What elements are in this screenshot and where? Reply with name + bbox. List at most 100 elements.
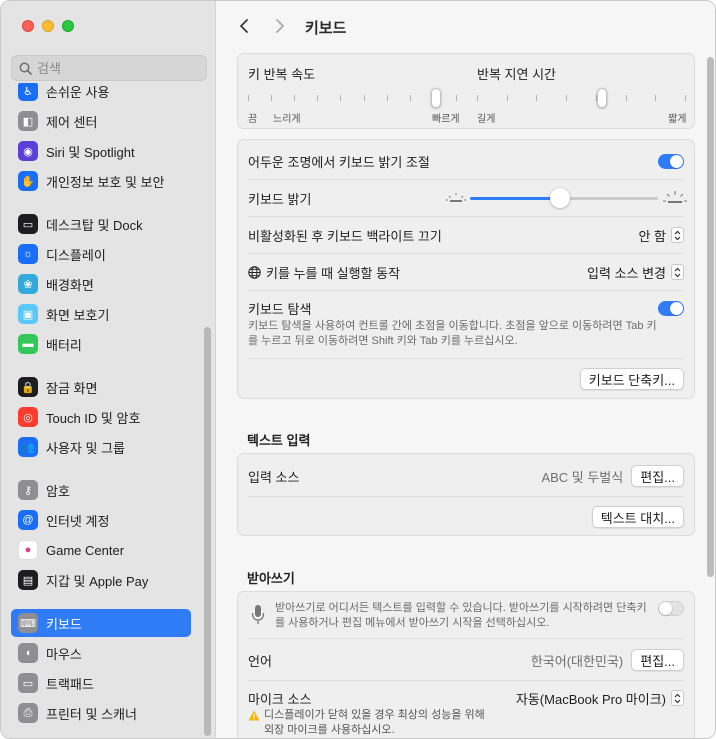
slider-tick xyxy=(248,95,249,101)
sidebar-item[interactable]: ⌨ 키보드 xyxy=(11,609,191,637)
repeat-rate-min-label: 끔 xyxy=(248,114,258,125)
repeat-rate-label: 키 반복 속도 xyxy=(248,67,316,82)
slider-tick xyxy=(685,95,686,101)
sidebar-scrollbar[interactable] xyxy=(204,327,211,736)
hand-icon: ✋ xyxy=(18,171,38,191)
dictation-language-controls: 한국어(대한민국) 편집... xyxy=(531,649,684,671)
sidebar-item[interactable]: ◧ 제어 센터 xyxy=(11,107,191,135)
dictation-language-label: 언어 xyxy=(248,653,272,669)
delay-knob[interactable] xyxy=(597,88,607,108)
minimize-window-button[interactable] xyxy=(42,20,54,32)
backlight-off-value: 안 함 xyxy=(638,228,666,244)
mic-source-popup[interactable]: 자동(MacBook Pro 마이크) xyxy=(516,689,684,708)
slider-tick xyxy=(626,95,627,101)
sidebar-item[interactable]: ● Game Center xyxy=(11,536,191,564)
globe-key-row: 키를 누를 때 실행할 동작 입력 소스 변경 xyxy=(248,261,684,283)
sidebar-item[interactable]: ▬ 배터리 xyxy=(11,330,191,358)
sidebar-item[interactable]: ⚷ 암호 xyxy=(11,476,191,504)
mic-warning: 디스플레이가 닫혀 있을 경우 최상의 성능을 위해 외장 마이크를 사용하십시… xyxy=(248,708,488,738)
sidebar-item-label: 키보드 xyxy=(46,616,82,632)
dictation-language-row: 언어 한국어(대한민국) 편집... xyxy=(248,648,684,672)
sidebar-item[interactable]: ▭ 트랙패드 xyxy=(11,669,191,697)
sidebar-item-label: 화면 보호기 xyxy=(46,307,110,323)
sidebar-item-label: 사용자 및 그룹 xyxy=(46,440,125,456)
sidebar-item[interactable]: ☼ 디스플레이 xyxy=(11,240,191,268)
dictation-language-edit-button[interactable]: 편집... xyxy=(631,649,684,671)
dictation-language-value: 한국어(대한민국) xyxy=(530,653,624,669)
brightness-label: 키보드 밝기 xyxy=(248,191,312,207)
search-input[interactable] xyxy=(37,60,197,76)
toolbar: 키보드 xyxy=(217,1,715,53)
game-center-icon: ● xyxy=(18,540,38,560)
users-icon: 👥 xyxy=(18,437,38,457)
zoom-window-button[interactable] xyxy=(62,20,74,32)
sidebar-item[interactable]: ▤ 지갑 및 Apple Pay xyxy=(11,566,191,594)
sidebar-item[interactable]: ◖ 마우스 xyxy=(11,639,191,667)
dictation-toggle[interactable] xyxy=(658,601,684,616)
sidebar-item[interactable]: ❀ 배경화면 xyxy=(11,270,191,298)
warning-icon xyxy=(248,710,260,721)
key-icon: ⚷ xyxy=(18,480,38,500)
sidebar-item-label: Siri 및 Spotlight xyxy=(46,144,135,160)
sidebar-item[interactable]: ◉ Siri 및 Spotlight xyxy=(11,137,191,165)
keyboard-nav-row: 키보드 탐색 xyxy=(248,298,684,318)
mic-source-value: 자동(MacBook Pro 마이크) xyxy=(515,691,666,707)
updown-chevron-icon xyxy=(671,264,684,280)
mic-warning-text: 디스플레이가 닫혀 있을 경우 최상의 성능을 위해 외장 마이크를 사용하십시… xyxy=(264,709,485,736)
accessibility-icon: ♿ xyxy=(18,83,38,101)
sidebar-item[interactable]: @ 인터넷 계정 xyxy=(11,506,191,534)
low-light-row: 어두운 조명에서 키보드 밝기 조절 xyxy=(248,152,684,170)
keyboard-nav-toggle[interactable] xyxy=(658,300,684,316)
updown-chevron-icon xyxy=(671,690,684,706)
repeat-rate-slider[interactable] xyxy=(248,88,457,110)
dock-icon: ▭ xyxy=(18,214,38,234)
delay-short-label: 짧게 xyxy=(668,114,687,125)
search-field[interactable] xyxy=(11,55,207,81)
sidebar-item[interactable]: ✋ 개인정보 보호 및 보안 xyxy=(11,167,191,195)
repeat-rate-knob[interactable] xyxy=(431,88,441,108)
sidebar-item-label: 개인정보 보호 및 보안 xyxy=(46,174,165,190)
globe-icon xyxy=(248,265,261,279)
low-light-toggle[interactable] xyxy=(658,153,684,169)
keyboard-shortcuts-button[interactable]: 키보드 단축키... xyxy=(579,368,684,390)
fingerprint-icon: ◎ xyxy=(18,407,38,427)
battery-icon: ▬ xyxy=(18,334,38,354)
forward-button[interactable] xyxy=(269,15,291,37)
input-sources-edit-button[interactable]: 편집... xyxy=(631,465,684,487)
text-replacement-button[interactable]: 텍스트 대치... xyxy=(591,506,684,528)
backlight-off-popup[interactable]: 안 함 xyxy=(638,226,684,245)
slider-tick xyxy=(364,95,365,101)
slider-tick xyxy=(655,95,656,101)
slider-tick xyxy=(507,95,508,101)
slider-tick xyxy=(477,95,478,101)
main-scrollbar[interactable] xyxy=(707,57,714,577)
sidebar-item[interactable]: 👥 사용자 및 그룹 xyxy=(11,433,191,461)
sidebar-list: ♿ 손쉬운 사용 ◧ 제어 센터 ◉ Siri 및 Spotlight ✋ 개인정보 보호 및… xyxy=(1,83,215,738)
sidebar-item[interactable]: ▭ 데스크탑 및 Dock xyxy=(11,210,191,238)
main-pane: 키보드 키 반복 속도 반복 지연 시간 끔 느리게 빠르게 길게 짧게 어두운… xyxy=(217,1,715,738)
close-window-button[interactable] xyxy=(22,20,34,32)
sidebar-item[interactable]: ♿ 손쉬운 사용 xyxy=(11,83,191,105)
sidebar-item[interactable]: 🔒 잠금 화면 xyxy=(11,373,191,401)
keyboard-nav-label: 키보드 탐색 xyxy=(248,301,312,317)
sidebar-item[interactable]: ◎ Touch ID 및 암호 xyxy=(11,403,191,431)
sidebar-item-label: 지갑 및 Apple Pay xyxy=(46,573,149,589)
trackpad-icon: ▭ xyxy=(18,673,38,693)
sidebar-item[interactable]: ▣ 화면 보호기 xyxy=(11,300,191,328)
divider xyxy=(248,290,684,291)
brightness-knob[interactable] xyxy=(550,188,570,208)
sidebar-item[interactable]: ⎙ 프린터 및 스캐너 xyxy=(11,699,191,727)
lock-icon: 🔒 xyxy=(18,377,38,397)
brightness-slider[interactable] xyxy=(470,188,658,210)
back-button[interactable] xyxy=(233,15,255,37)
delay-label: 반복 지연 시간 xyxy=(477,67,556,82)
mic-source-label: 마이크 소스 xyxy=(248,691,312,707)
divider xyxy=(248,358,684,359)
chevron-right-icon xyxy=(276,19,284,33)
display-icon: ☼ xyxy=(18,244,38,264)
globe-key-popup[interactable]: 입력 소스 변경 xyxy=(587,263,684,282)
sidebar-item-label: Game Center xyxy=(46,542,125,558)
sidebar-item-label: 제어 센터 xyxy=(46,114,98,130)
divider xyxy=(248,496,684,497)
delay-slider[interactable] xyxy=(477,88,686,110)
